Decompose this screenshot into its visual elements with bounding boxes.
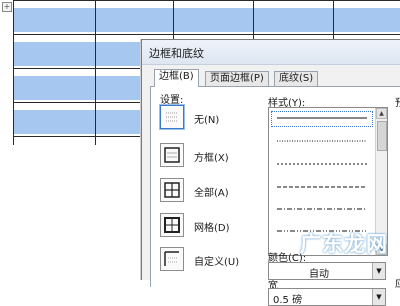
setting-grid[interactable]: 网格(D) <box>160 213 250 237</box>
scroll-thumb[interactable] <box>377 121 387 151</box>
setting-grid-label: 网格(D) <box>194 223 230 234</box>
all-border-icon <box>160 178 184 202</box>
setting-box[interactable]: 方框(X) <box>160 143 250 167</box>
tab-strip: 边框(B) 页面边框(P) 底纹(S) <box>150 69 400 87</box>
table-border <box>13 34 400 35</box>
chevron-down-icon[interactable]: ▼ <box>372 263 385 279</box>
box-border-icon <box>160 143 184 167</box>
tab-shading[interactable]: 底纹(S) <box>274 71 319 86</box>
chevron-down-icon[interactable]: ▼ <box>372 289 385 305</box>
apply-to-label: 应 <box>395 275 400 290</box>
setting-box-label: 方框(X) <box>194 153 229 164</box>
none-border-icon <box>160 105 184 129</box>
grid-border-icon <box>160 213 184 237</box>
setting-custom[interactable]: 自定义(U) <box>160 247 250 271</box>
watermark: 广东龙网 <box>300 232 388 256</box>
setting-all[interactable]: 全部(A) <box>160 178 250 202</box>
width-value: 0.5 磅 <box>273 295 303 306</box>
setting-none[interactable]: 无(N) <box>160 105 250 129</box>
custom-border-icon <box>160 247 184 271</box>
scroll-up-icon[interactable]: ▲ <box>376 108 387 119</box>
dialog-titlebar[interactable]: 边框和底纹 <box>142 40 400 65</box>
tab-page-border[interactable]: 页面边框(P) <box>205 71 269 86</box>
preview-label: 预 <box>395 94 400 109</box>
dialog-title: 边框和底纹 <box>149 47 204 60</box>
table-border <box>13 0 14 145</box>
settings-label: 设置: <box>160 95 184 106</box>
setting-none-label: 无(N) <box>194 115 220 126</box>
table-border <box>95 0 96 145</box>
color-dropdown[interactable]: 自动 ▼ <box>268 262 386 280</box>
table-move-handle-icon[interactable]: + <box>2 2 12 12</box>
tab-borders[interactable]: 边框(B) <box>154 69 199 87</box>
setting-all-label: 全部(A) <box>194 188 229 199</box>
color-value: 自动 <box>309 269 329 280</box>
table-row <box>13 8 400 32</box>
table-border <box>13 0 400 1</box>
width-dropdown[interactable]: 0.5 磅 ▼ <box>268 288 386 306</box>
